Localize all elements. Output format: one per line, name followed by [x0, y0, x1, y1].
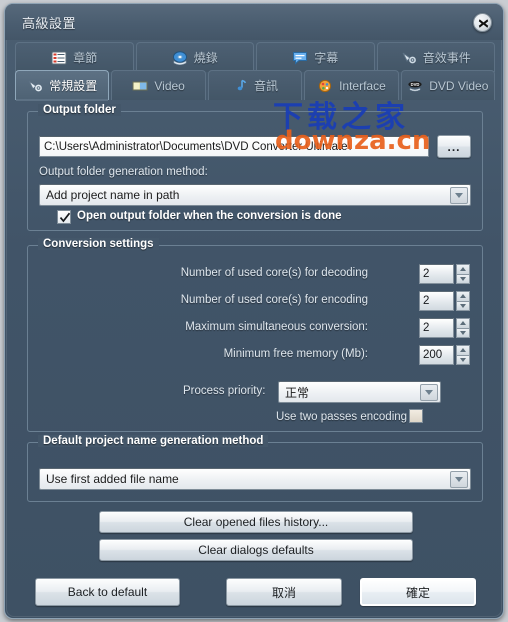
chevron-down-icon[interactable] — [450, 471, 468, 488]
cores-encoding-label: Number of used core(s) for encoding — [180, 294, 368, 306]
tab-audio-event[interactable]: 音效事件 — [376, 42, 495, 72]
group-title: Default project name generation method — [38, 435, 269, 447]
tab-dvd-video[interactable]: DVD DVD Video — [400, 70, 496, 100]
min-free-memory-label: Minimum free memory (Mb): — [223, 348, 368, 360]
tab-burn[interactable]: 燒錄 — [135, 42, 254, 72]
video-icon — [132, 81, 148, 90]
tab-label: DVD Video — [429, 78, 489, 93]
tab-row-secondary: 常規設置 Video 音訊 Interface DVD DVD Video — [15, 70, 496, 101]
max-simultaneous-input[interactable]: 2 — [419, 318, 454, 338]
tab-label: 章節 — [73, 51, 98, 65]
tab-label: 常規設置 — [49, 79, 98, 93]
settings-body: Output folder C:\Users\Administrator\Doc… — [5, 99, 503, 618]
tab-label: 燒錄 — [193, 51, 218, 65]
cores-decoding-input[interactable]: 2 — [419, 264, 454, 284]
cores-decoding-label: Number of used core(s) for decoding — [180, 267, 368, 279]
tab-row-primary: 章節 燒錄 字幕 音效事件 — [15, 42, 495, 72]
cores-encoding-input[interactable]: 2 — [419, 291, 454, 311]
max-simultaneous-stepper[interactable]: 2 — [419, 318, 470, 338]
generation-method-select[interactable]: Add project name in path — [39, 184, 471, 206]
tab-subtitle[interactable]: 字幕 — [256, 42, 375, 72]
group-title: Conversion settings — [38, 238, 159, 250]
stepper-down-icon[interactable] — [456, 328, 470, 338]
tab-bar: 章節 燒錄 字幕 音效事件 常規設置 Video 音訊 Interface DV… — [5, 40, 503, 101]
stepper-buttons[interactable] — [456, 318, 470, 338]
tab-chapter[interactable]: 章節 — [15, 42, 134, 72]
subtitle-icon — [293, 51, 308, 65]
chapter-icon — [51, 51, 67, 64]
project-name-select[interactable]: Use first added file name — [39, 468, 471, 490]
check-icon — [59, 212, 71, 223]
close-glyph — [478, 19, 489, 28]
stepper-down-icon[interactable] — [456, 301, 470, 311]
clear-dialogs-defaults-button[interactable]: Clear dialogs defaults — [99, 539, 413, 561]
output-folder-group: Output folder C:\Users\Administrator\Doc… — [27, 104, 483, 231]
generation-method-value: Add project name in path — [46, 188, 180, 202]
chevron-down-icon[interactable] — [420, 384, 438, 401]
stepper-up-icon[interactable] — [456, 291, 470, 302]
close-icon[interactable] — [473, 13, 492, 32]
general-settings-icon — [28, 80, 43, 91]
stepper-up-icon[interactable] — [456, 345, 470, 356]
tab-label: 音效事件 — [422, 51, 471, 65]
svg-text:DVD: DVD — [411, 81, 420, 86]
page-title: 高級設置 — [22, 16, 77, 31]
browse-folder-button[interactable]: ... — [437, 135, 471, 158]
open-output-folder-label: Open output folder when the conversion i… — [77, 210, 342, 222]
dvd-video-icon: DVD — [408, 80, 422, 91]
cores-encoding-stepper[interactable]: 2 — [419, 291, 470, 311]
stepper-buttons[interactable] — [456, 264, 470, 284]
tab-label: 字幕 — [314, 51, 339, 65]
tab-label: 音訊 — [254, 79, 279, 93]
max-simultaneous-label: Maximum simultaneous conversion: — [185, 321, 368, 333]
interface-icon — [318, 79, 332, 92]
output-path-input[interactable]: C:\Users\Administrator\Documents\DVD Con… — [39, 136, 429, 157]
tab-label: Video — [154, 78, 185, 93]
project-name-value: Use first added file name — [46, 472, 179, 486]
min-free-memory-stepper[interactable]: 200 — [419, 345, 470, 365]
min-free-memory-input[interactable]: 200 — [419, 345, 454, 365]
group-title: Output folder — [38, 104, 121, 116]
clear-opened-files-history-button[interactable]: Clear opened files history... — [99, 511, 413, 533]
stepper-buttons[interactable] — [456, 291, 470, 311]
project-name-group: Default project name generation method U… — [27, 435, 483, 502]
tab-interface[interactable]: Interface — [304, 70, 399, 100]
title-bar: 高級設置 — [5, 4, 503, 40]
process-priority-value: 正常 — [285, 385, 310, 400]
back-to-default-button[interactable]: Back to default — [35, 578, 180, 606]
conversion-settings-group: Conversion settings Number of used core(… — [27, 238, 483, 432]
generation-method-label: Output folder generation method: — [39, 166, 208, 178]
tab-general-settings[interactable]: 常規設置 — [15, 70, 110, 101]
tab-video[interactable]: Video — [111, 70, 206, 100]
cores-decoding-stepper[interactable]: 2 — [419, 264, 470, 284]
ok-button[interactable]: 確定 — [360, 578, 476, 606]
tab-label: Interface — [339, 78, 386, 93]
stepper-down-icon[interactable] — [456, 274, 470, 284]
audio-icon — [237, 79, 247, 90]
cancel-button[interactable]: 取消 — [226, 578, 342, 606]
burn-disc-icon — [172, 50, 187, 65]
process-priority-label: Process priority: — [183, 385, 266, 397]
process-priority-select[interactable]: 正常 — [278, 381, 441, 403]
two-passes-label: Use two passes encoding — [276, 411, 408, 423]
stepper-down-icon[interactable] — [456, 355, 470, 365]
stepper-up-icon[interactable] — [456, 318, 470, 329]
tab-audio[interactable]: 音訊 — [207, 70, 303, 100]
audio-event-icon — [402, 52, 416, 63]
stepper-buttons[interactable] — [456, 345, 470, 365]
advanced-settings-dialog: 高級設置 章節 燒錄 字幕 音效事件 常規設置 Video 音訊 Interfa… — [4, 3, 504, 619]
open-output-folder-checkbox[interactable] — [57, 210, 71, 224]
two-passes-checkbox[interactable] — [409, 409, 423, 423]
stepper-up-icon[interactable] — [456, 264, 470, 275]
chevron-down-icon[interactable] — [450, 187, 468, 204]
